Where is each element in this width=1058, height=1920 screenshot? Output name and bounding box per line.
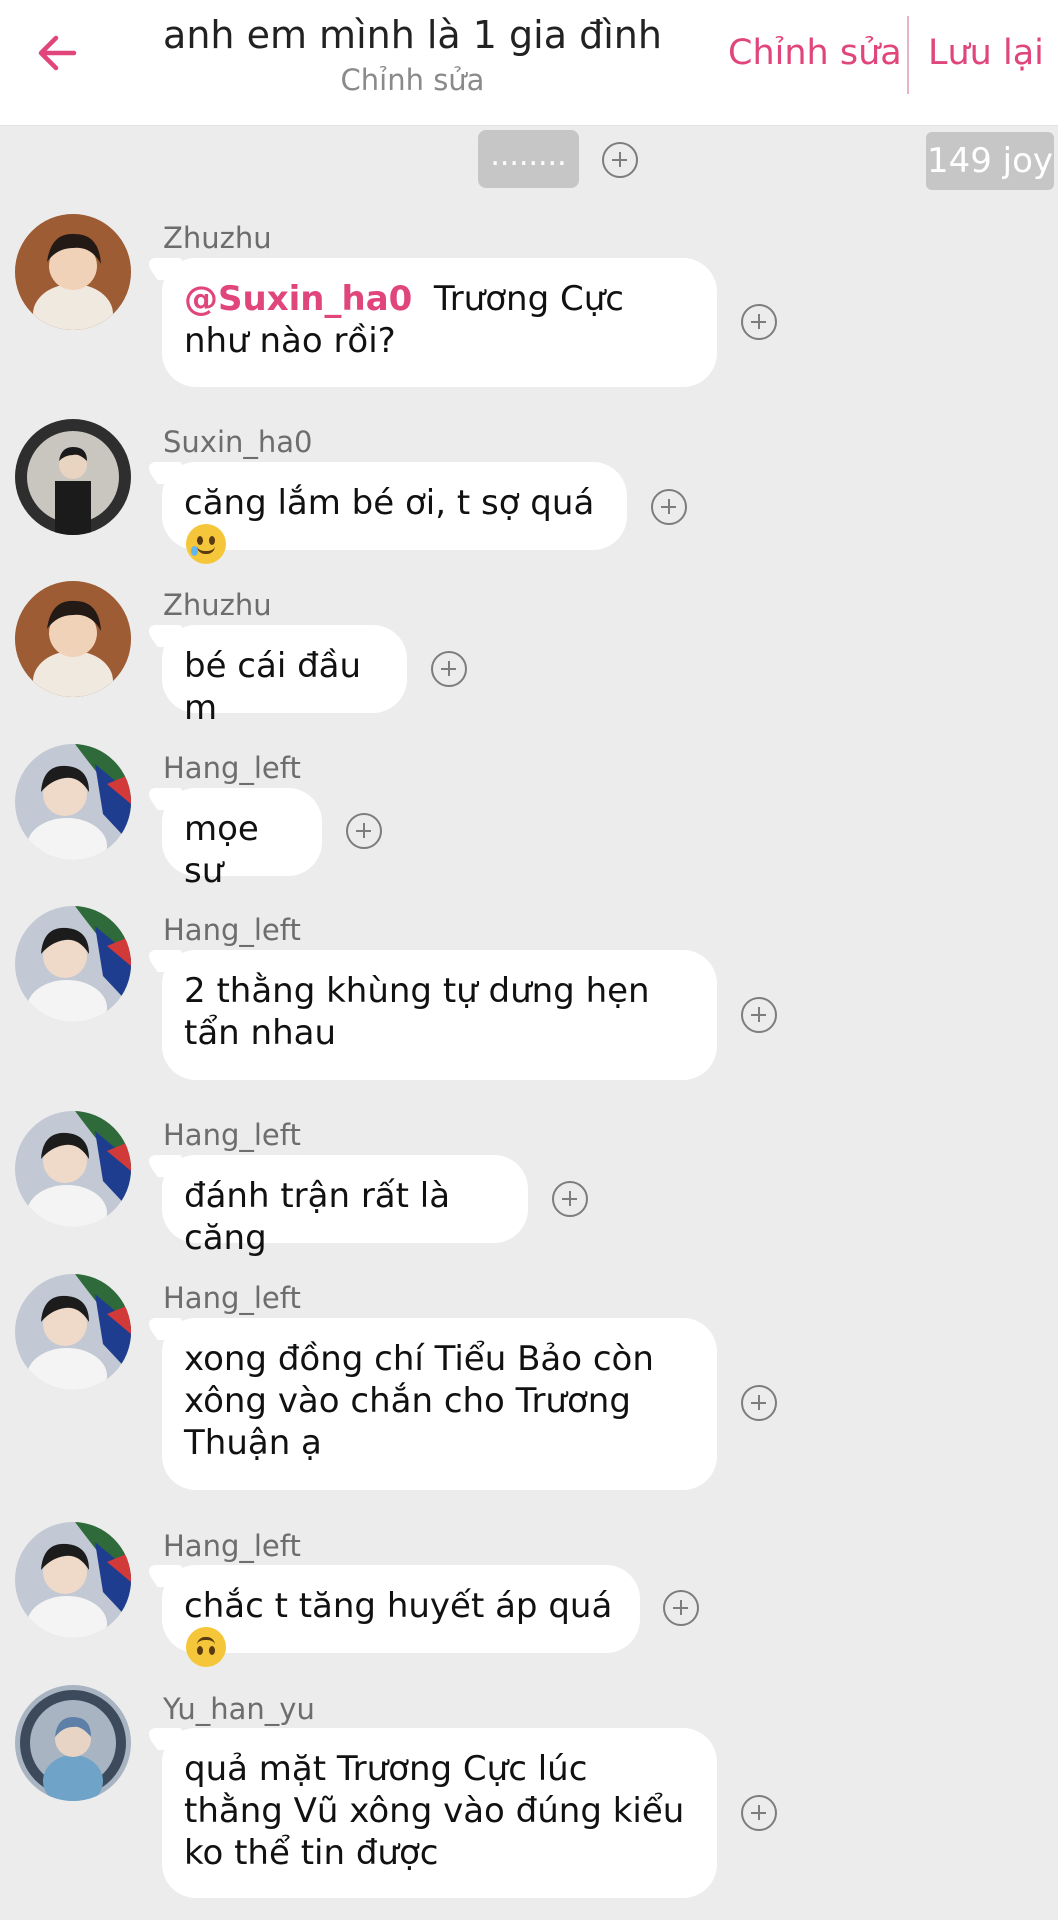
add-reaction-icon[interactable] — [346, 813, 382, 849]
message-sender: Hang_left — [163, 1529, 301, 1563]
message-text: mọe sư — [184, 809, 259, 891]
upside-down-face-icon — [186, 1627, 226, 1667]
message-bubble[interactable]: 2 thằng khùng tự dưng hẹn tẩn nhau — [162, 950, 717, 1080]
arrow-left-icon — [38, 35, 77, 71]
add-reaction-icon[interactable] — [431, 651, 467, 687]
add-reaction-icon[interactable] — [741, 304, 777, 340]
message-sender: Yu_han_yu — [163, 1692, 315, 1726]
message-bubble[interactable]: căng lắm bé ơi, t sợ quá — [162, 462, 627, 564]
header-divider — [907, 16, 909, 94]
message-sender: Zhuzhu — [163, 588, 272, 622]
message-text: xong đồng chí Tiểu Bảo còn xông vào chắn… — [184, 1339, 654, 1463]
avatar[interactable] — [15, 1274, 131, 1390]
message-text: quả mặt Trương Cực lúc thằng Vũ xông vào… — [184, 1749, 685, 1873]
message-text: đánh trận rất là căng — [184, 1176, 451, 1258]
save-button[interactable]: Lưu lại — [928, 30, 1044, 76]
avatar[interactable] — [15, 1522, 131, 1638]
add-reaction-icon[interactable] — [741, 1385, 777, 1421]
avatar[interactable] — [15, 1111, 131, 1227]
avatar[interactable] — [15, 1685, 131, 1801]
title-block: anh em mình là 1 gia đình Chỉnh sửa — [160, 12, 665, 100]
placeholder-bubble: ........ — [478, 130, 579, 188]
chat-title: anh em mình là 1 gia đình — [163, 13, 662, 57]
avatar[interactable] — [15, 581, 131, 697]
mention-link[interactable]: @Suxin_ha0 — [184, 279, 412, 319]
message-text: chắc t tăng huyết áp quá — [184, 1586, 613, 1626]
message-sender: Hang_left — [163, 913, 301, 947]
message-sender: Hang_left — [163, 1118, 301, 1152]
add-reaction-icon[interactable] — [552, 1181, 588, 1217]
back-button[interactable] — [30, 26, 84, 80]
chat-subtitle: Chỉnh sửa — [340, 63, 485, 97]
add-reaction-icon[interactable] — [741, 1795, 777, 1831]
add-reaction-icon[interactable] — [741, 997, 777, 1033]
chat-header: anh em mình là 1 gia đình Chỉnh sửa Chỉn… — [0, 0, 1058, 126]
edit-button[interactable]: Chỉnh sửa — [728, 30, 902, 76]
message-bubble[interactable]: @Suxin_ha0 Trương Cực như nào rồi? — [162, 258, 717, 387]
message-bubble[interactable]: chắc t tăng huyết áp quá — [162, 1565, 640, 1667]
add-reaction-icon[interactable] — [602, 142, 638, 178]
avatar[interactable] — [15, 214, 131, 330]
message-text: bé cái đầu m — [184, 646, 362, 728]
message-bubble[interactable]: xong đồng chí Tiểu Bảo còn xông vào chắn… — [162, 1318, 717, 1490]
message-sender: Zhuzhu — [163, 221, 272, 255]
message-sender: Suxin_ha0 — [163, 425, 313, 459]
joy-counter-badge: 149 joy — [926, 132, 1054, 190]
avatar[interactable] — [15, 906, 131, 1022]
message-bubble[interactable]: bé cái đầu m — [162, 625, 407, 728]
smiling-face-with-tear-icon — [186, 524, 226, 564]
message-sender: Hang_left — [163, 751, 301, 785]
message-sender: Hang_left — [163, 1281, 301, 1315]
add-reaction-icon[interactable] — [663, 1590, 699, 1626]
message-text: căng lắm bé ơi, t sợ quá — [184, 483, 595, 523]
avatar[interactable] — [15, 419, 131, 535]
message-bubble[interactable]: quả mặt Trương Cực lúc thằng Vũ xông vào… — [162, 1728, 717, 1898]
add-reaction-icon[interactable] — [651, 489, 687, 525]
message-bubble[interactable]: đánh trận rất là căng — [162, 1155, 528, 1258]
message-text: 2 thằng khùng tự dưng hẹn tẩn nhau — [184, 971, 650, 1053]
message-bubble[interactable]: mọe sư — [162, 788, 322, 891]
avatar[interactable] — [15, 744, 131, 860]
